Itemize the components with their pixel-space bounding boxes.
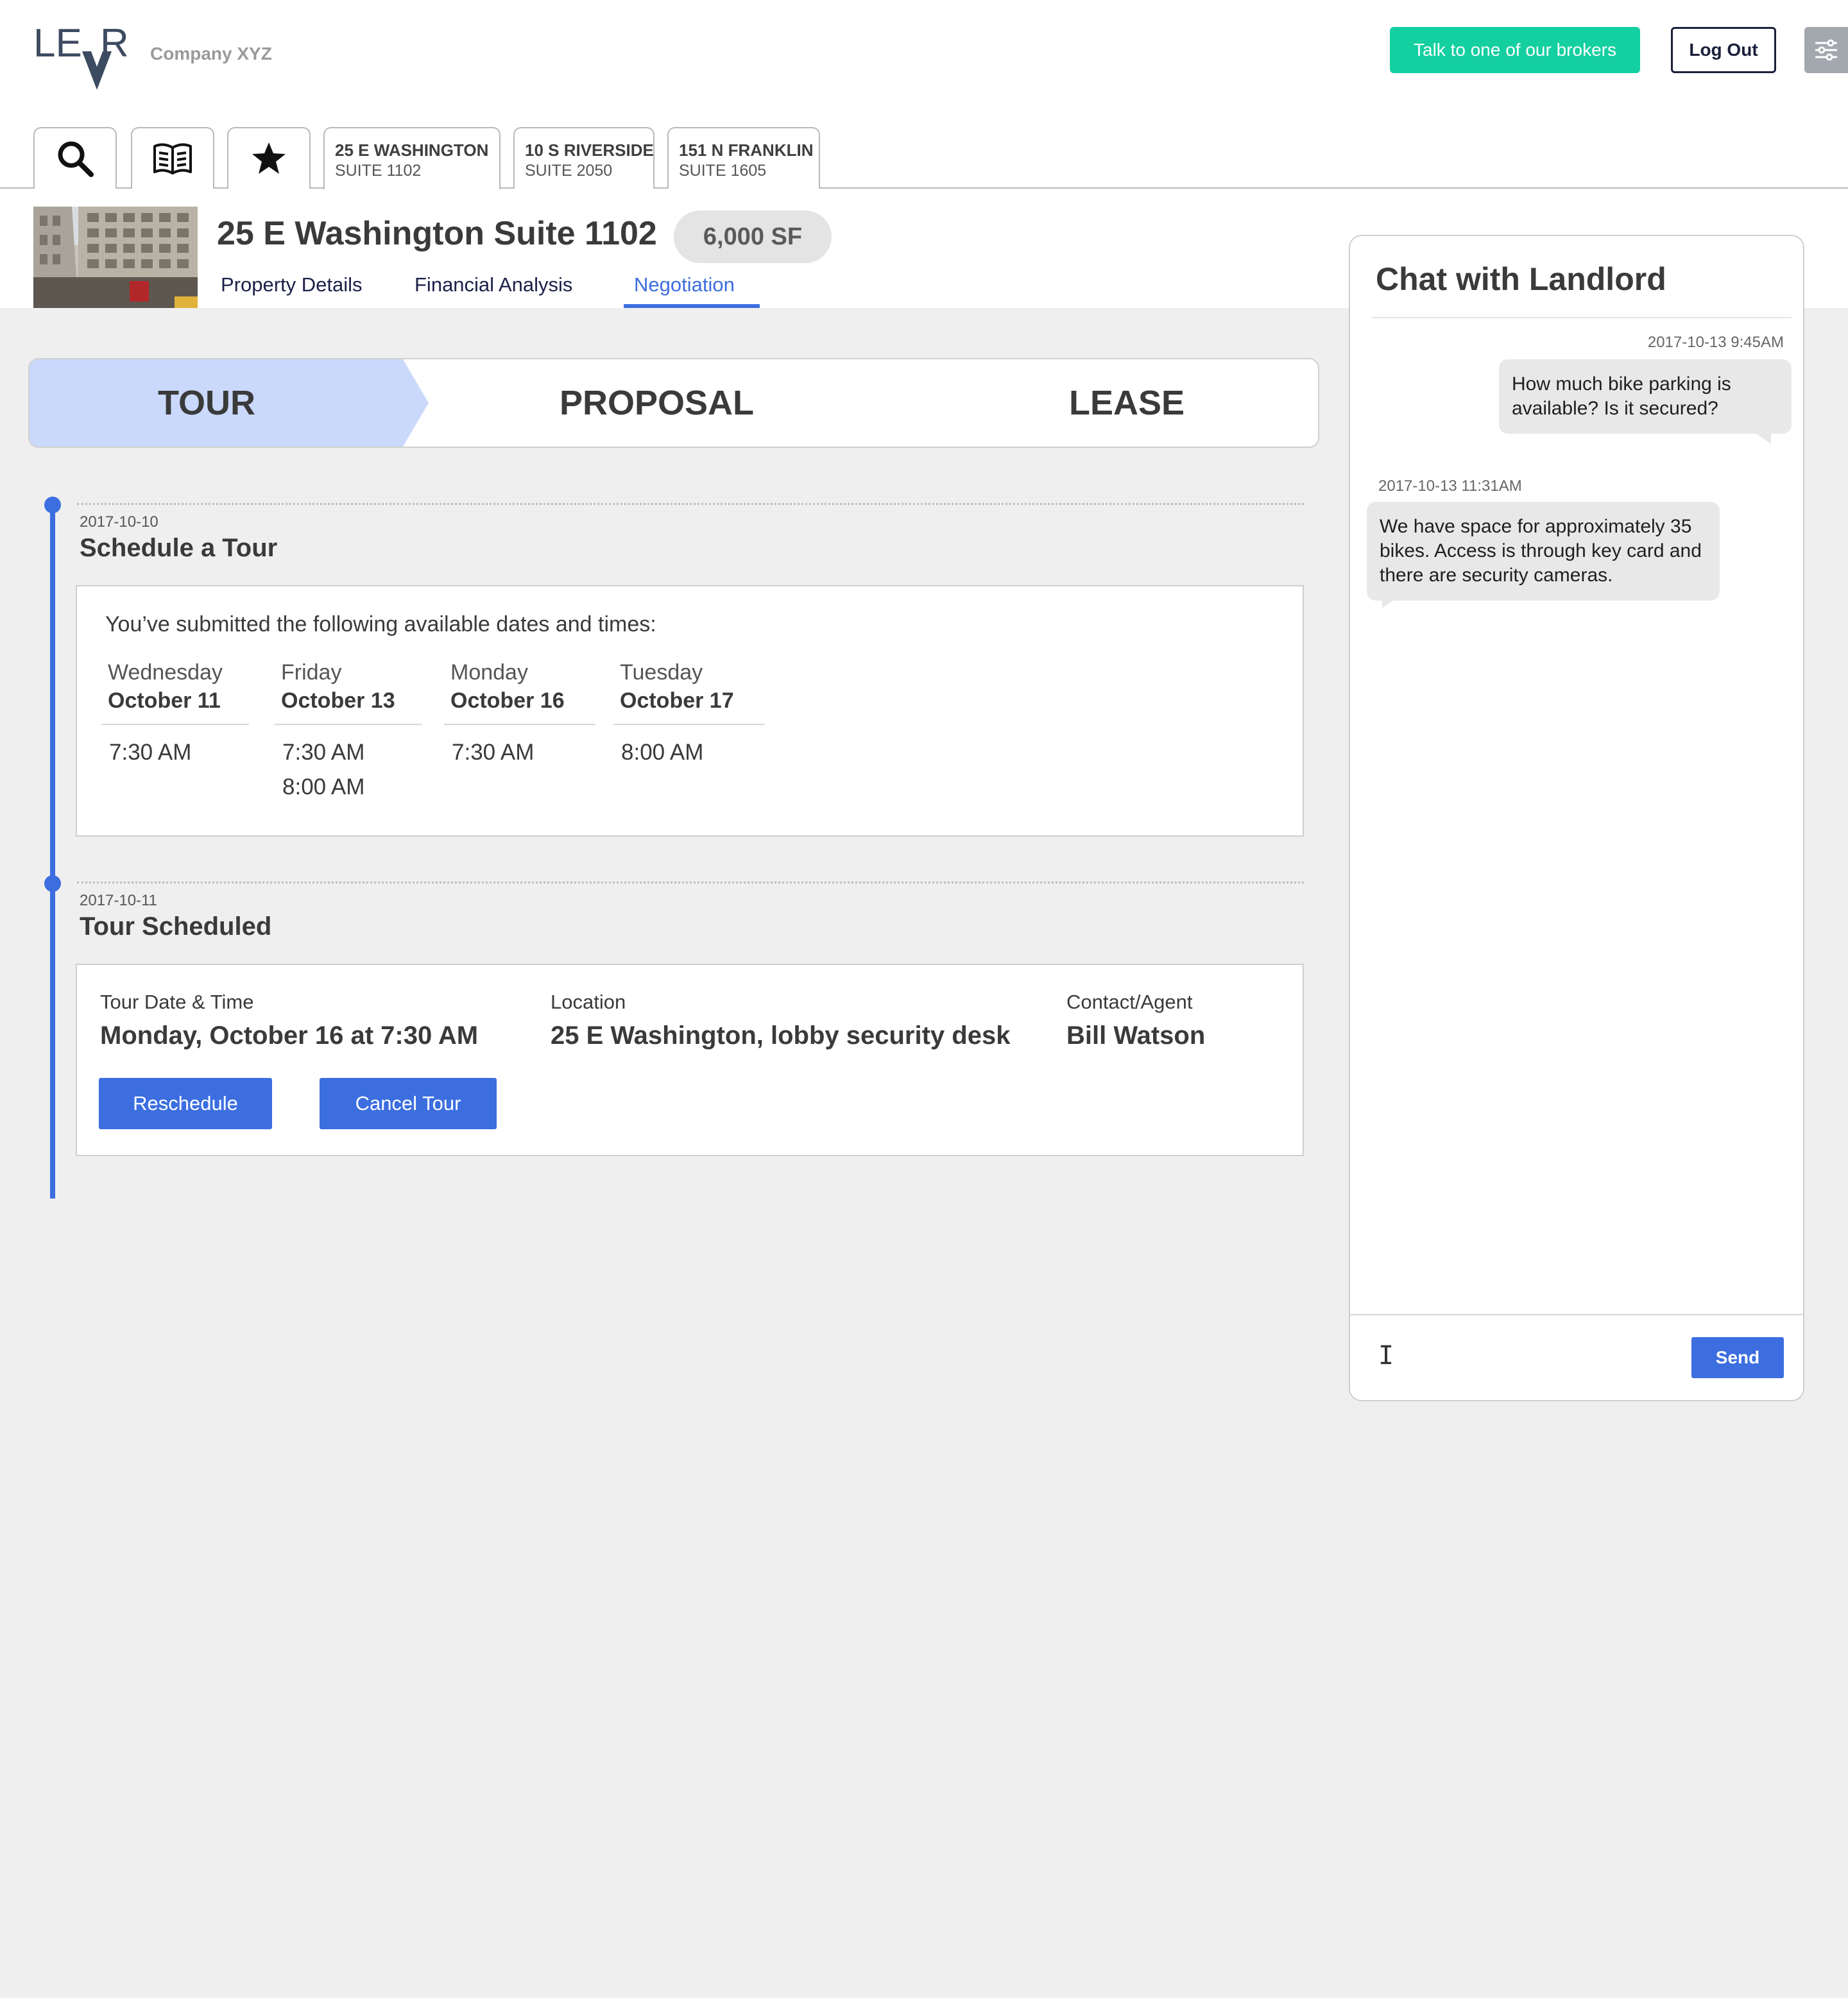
- timeline-divider: [77, 882, 1304, 884]
- stage-tour[interactable]: TOUR: [158, 359, 255, 447]
- landlord-chat-panel: Chat with Landlord 2017-10-13 9:45AM How…: [1349, 235, 1804, 1401]
- tab-property-suite: SUITE 2050: [525, 162, 613, 180]
- available-times-card: You’ve submitted the following available…: [76, 585, 1304, 837]
- chat-title: Chat with Landlord: [1376, 261, 1666, 297]
- tour-location-value: 25 E Washington, lobby security desk: [551, 1021, 1011, 1050]
- tour-datetime-value: Monday, October 16 at 7:30 AM: [100, 1021, 479, 1050]
- svg-text:LE: LE: [33, 21, 82, 65]
- tour-datetime-label: Tour Date & Time: [100, 991, 254, 1013]
- tab-property-address: 10 S RIVERSIDE: [525, 141, 654, 160]
- day-divider: [613, 724, 765, 725]
- stage-progress-bar: TOUR PROPOSAL LEASE: [28, 358, 1319, 448]
- lever-logo[interactable]: LE R: [33, 19, 136, 91]
- send-button[interactable]: Send: [1691, 1337, 1784, 1378]
- time-slot: 7:30 AM: [452, 740, 535, 765]
- logout-button[interactable]: Log Out: [1671, 27, 1776, 73]
- tab-property-suite: SUITE 1605: [679, 162, 767, 180]
- chat-title-divider: [1372, 317, 1792, 318]
- book-icon: [153, 143, 192, 175]
- day-date: October 16: [450, 688, 565, 713]
- day-date: October 13: [281, 688, 395, 713]
- event-title: Tour Scheduled: [80, 912, 272, 941]
- timeline-dot: [44, 875, 61, 892]
- time-slot: 8:00 AM: [621, 740, 704, 765]
- time-slot: 7:30 AM: [109, 740, 192, 765]
- available-day: Wednesday October 11 7:30 AM: [101, 658, 249, 770]
- stage-proposal[interactable]: PROPOSAL: [560, 359, 754, 447]
- cancel-tour-button[interactable]: Cancel Tour: [320, 1078, 497, 1129]
- subtab-property-details[interactable]: Property Details: [221, 273, 363, 296]
- reschedule-button[interactable]: Reschedule: [99, 1078, 272, 1129]
- timeline-dot: [44, 497, 61, 513]
- square-footage-badge: 6,000 SF: [674, 210, 832, 263]
- company-name: Company XYZ: [150, 44, 272, 64]
- bubble-tail: [1754, 432, 1771, 444]
- day-divider: [101, 724, 249, 725]
- contact-agent-label: Contact/Agent: [1066, 991, 1193, 1013]
- day-weekday: Tuesday: [620, 660, 703, 685]
- timeline-divider: [77, 503, 1304, 505]
- bubble-tail: [1382, 597, 1399, 608]
- event-date: 2017-10-10: [80, 513, 158, 531]
- property-photo: [33, 207, 198, 308]
- settings-button[interactable]: [1804, 27, 1848, 73]
- day-divider: [444, 724, 595, 725]
- contact-agent-value: Bill Watson: [1066, 1021, 1206, 1050]
- message-timestamp: 2017-10-13 9:45AM: [1647, 334, 1784, 351]
- tab-property-suite: SUITE 1102: [335, 162, 422, 180]
- day-weekday: Wednesday: [108, 660, 223, 685]
- day-date: October 17: [620, 688, 734, 713]
- message-bubble-incoming: We have space for approximately 35 bikes…: [1367, 502, 1720, 601]
- active-subtab-indicator: [624, 304, 760, 308]
- message-timestamp: 2017-10-13 11:31AM: [1378, 477, 1522, 495]
- message-bubble-outgoing: How much bike parking is available? Is i…: [1499, 359, 1792, 434]
- subtab-negotiation[interactable]: Negotiation: [634, 273, 735, 296]
- chat-input-divider: [1350, 1314, 1803, 1315]
- available-times-intro: You’ve submitted the following available…: [105, 612, 656, 636]
- timeline-line: [50, 504, 55, 1199]
- available-day: Friday October 13 7:30 AM 8:00 AM: [275, 658, 422, 805]
- tab-favorites[interactable]: [227, 127, 311, 189]
- star-icon: [252, 142, 286, 174]
- tab-property-10-s-riverside[interactable]: 10 S RIVERSIDE SUITE 2050: [513, 127, 654, 189]
- day-divider: [275, 724, 422, 725]
- subtab-financial-analysis[interactable]: Financial Analysis: [415, 273, 572, 296]
- available-day: Monday October 16 7:30 AM: [444, 658, 595, 770]
- talk-to-broker-button[interactable]: Talk to one of our brokers: [1390, 27, 1640, 73]
- tab-property-25-e-washington[interactable]: 25 E WASHINGTON SUITE 1102: [323, 127, 501, 190]
- day-weekday: Monday: [450, 660, 528, 685]
- event-date: 2017-10-11: [80, 892, 157, 909]
- search-icon: [58, 141, 94, 177]
- tab-property-address: 151 N FRANKLIN: [679, 141, 814, 160]
- tab-search[interactable]: [33, 127, 117, 189]
- tab-library[interactable]: [131, 127, 214, 189]
- tab-property-151-n-franklin[interactable]: 151 N FRANKLIN SUITE 1605: [667, 127, 820, 189]
- text-cursor-icon: I: [1378, 1341, 1394, 1370]
- time-slot: 8:00 AM: [282, 774, 365, 799]
- available-day: Tuesday October 17 8:00 AM: [613, 658, 765, 770]
- tour-location-label: Location: [551, 991, 626, 1013]
- stage-lease[interactable]: LEASE: [1069, 359, 1185, 447]
- day-weekday: Friday: [281, 660, 342, 685]
- tour-scheduled-card: Tour Date & Time Monday, October 16 at 7…: [76, 964, 1304, 1156]
- time-slot: 7:30 AM: [282, 740, 365, 765]
- sliders-icon: [1815, 39, 1837, 61]
- chat-message-input[interactable]: [1363, 1320, 1684, 1385]
- tab-property-address: 25 E WASHINGTON: [335, 141, 489, 160]
- event-title: Schedule a Tour: [80, 534, 278, 562]
- property-title: 25 E Washington Suite 1102: [217, 215, 657, 252]
- day-date: October 11: [108, 688, 221, 713]
